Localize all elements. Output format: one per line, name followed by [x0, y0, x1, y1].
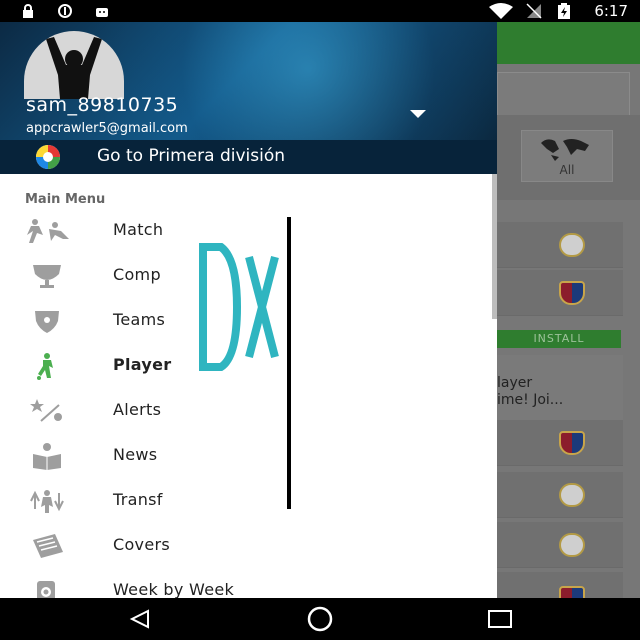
data-saver-icon	[58, 4, 72, 18]
laliga-logo-icon	[36, 145, 60, 169]
no-sim-icon	[526, 3, 542, 19]
news-icon	[33, 443, 61, 470]
status-time: 6:17	[594, 2, 628, 20]
menu-item-label: Week by Week	[113, 580, 235, 598]
menu-item-label: Player	[113, 355, 172, 374]
menu-item-week-by-week[interactable]: Week by Week	[0, 569, 497, 598]
barcelona-crest-icon	[559, 281, 585, 305]
menu-item-label-start: Alerts	[113, 400, 162, 419]
background-toolbar	[497, 22, 640, 64]
menu-item-label: Match	[113, 220, 164, 239]
transfers-icon	[30, 490, 64, 513]
background-search-box	[497, 72, 630, 116]
all-filter-tile: All	[521, 130, 613, 182]
real-madrid-crest-icon	[559, 233, 585, 257]
watermark-divider-line	[287, 217, 291, 509]
background-match-row	[497, 270, 623, 316]
trophy-icon	[33, 265, 61, 288]
ad-text-line: layer	[497, 375, 533, 391]
status-bar: 6:17	[0, 0, 640, 22]
player-icon	[37, 353, 53, 380]
drawer-header: sam_89810735 appcrawler5@gmail.com Go to…	[0, 22, 497, 174]
menu-item-covers[interactable]: Covers	[0, 524, 497, 569]
real-madrid-crest-icon	[559, 533, 585, 557]
home-icon[interactable]	[305, 606, 335, 632]
matches-icon	[27, 219, 69, 243]
account-email: appcrawler5@gmail.com	[26, 121, 188, 136]
real-madrid-crest-icon	[559, 483, 585, 507]
system-navigation-bar	[0, 598, 640, 640]
watermark-graphic	[175, 217, 288, 509]
menu-item-label: Comp	[113, 265, 161, 284]
background-install-button: INSTALL	[497, 330, 621, 348]
background-match-row	[497, 420, 623, 466]
background-ad-text: layer ime! Joi...	[497, 355, 623, 420]
go-to-league-link[interactable]: Go to Primera división	[0, 140, 497, 174]
background-match-row	[497, 572, 623, 610]
alerts-icon	[30, 399, 62, 422]
menu-item-label: News	[113, 445, 158, 464]
drawer-scrollbar[interactable]	[492, 174, 497, 319]
battery-charging-icon	[558, 3, 570, 19]
account-username: sam_89810735	[26, 94, 179, 116]
section-header: Main Menu	[25, 192, 106, 207]
week-icon	[37, 581, 55, 598]
lock-icon	[23, 4, 33, 18]
watermark-logo	[199, 243, 279, 371]
shield-icon	[35, 311, 59, 333]
menu-item-label: Covers	[113, 535, 170, 554]
wifi-icon	[489, 3, 513, 19]
menu-item-label: Teams	[113, 310, 166, 329]
background-match-row	[497, 472, 623, 518]
world-map-icon	[541, 139, 589, 161]
covers-icon	[33, 534, 63, 558]
all-filter-label: All	[559, 163, 575, 177]
go-to-league-label: Go to Primera división	[97, 146, 285, 166]
android-icon	[96, 8, 108, 17]
account-dropdown-icon[interactable]	[410, 110, 426, 118]
barcelona-crest-icon	[559, 431, 585, 455]
menu-item-label: Transf	[113, 490, 163, 509]
recents-icon[interactable]	[487, 609, 513, 629]
background-match-row	[497, 222, 623, 268]
back-icon[interactable]	[128, 609, 152, 629]
ad-text-line: ime! Joi...	[497, 392, 564, 408]
background-match-row	[497, 522, 623, 568]
